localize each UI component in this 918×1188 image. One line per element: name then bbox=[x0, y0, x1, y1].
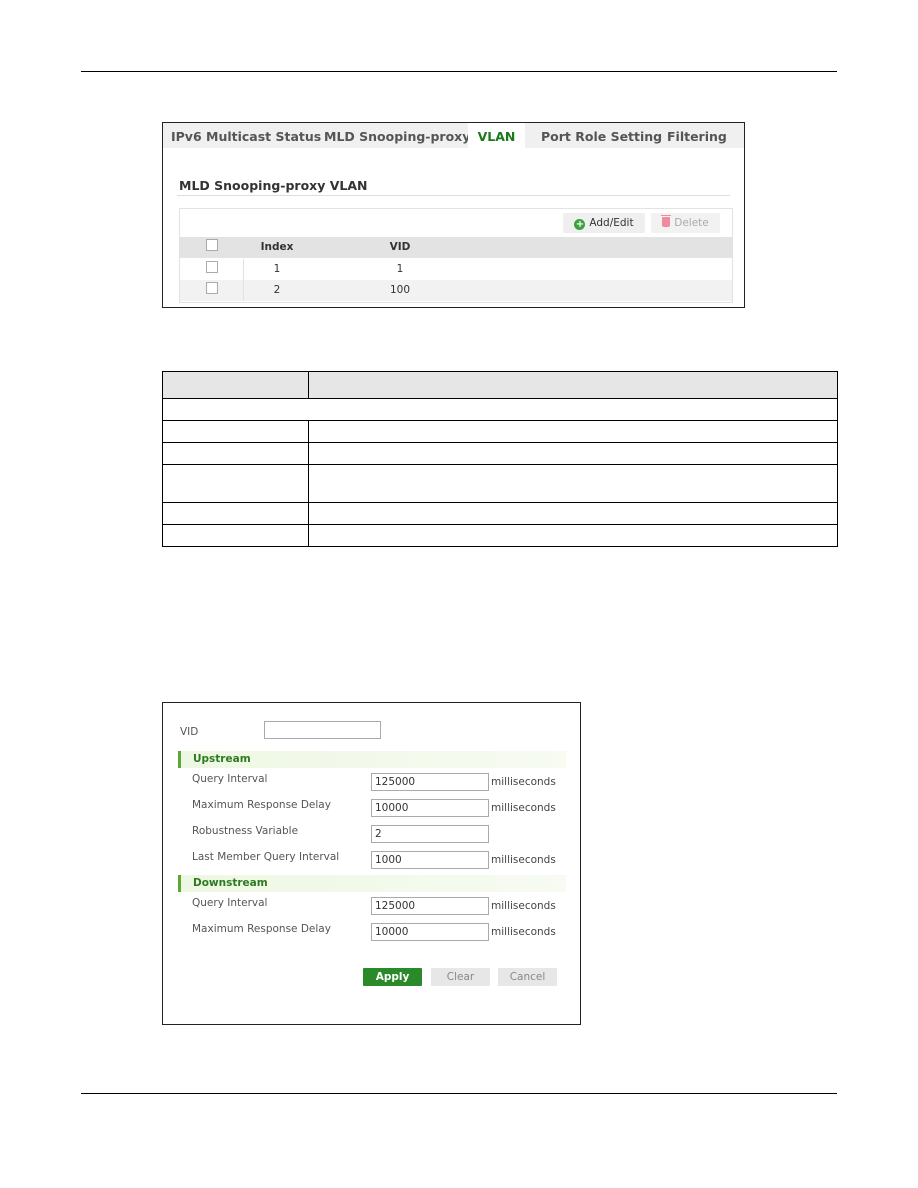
row-index: 2 bbox=[273, 284, 281, 296]
section-divider bbox=[177, 195, 730, 196]
label-cell bbox=[162, 442, 309, 465]
upstream-query-interval-label: Query Interval bbox=[192, 773, 268, 785]
upstream-max-response-delay-label: Maximum Response Delay bbox=[192, 799, 331, 811]
reference-table-header bbox=[162, 371, 838, 399]
apply-button[interactable]: Apply bbox=[363, 968, 422, 986]
trash-icon bbox=[661, 215, 672, 227]
footer-rule bbox=[81, 1093, 837, 1094]
upstream-query-interval-input[interactable] bbox=[371, 773, 489, 791]
upstream-query-interval-unit: milliseconds bbox=[491, 776, 556, 788]
description-cell bbox=[308, 464, 838, 503]
column-header-vid[interactable]: VID bbox=[370, 237, 430, 258]
upstream-max-response-delay-unit: milliseconds bbox=[491, 802, 556, 814]
tab-filtering[interactable]: Filtering bbox=[667, 123, 727, 148]
description-cell bbox=[308, 442, 838, 465]
tab-vlan[interactable]: VLAN bbox=[468, 123, 525, 148]
downstream-query-interval-label: Query Interval bbox=[192, 897, 268, 909]
downstream-title: Downstream bbox=[193, 877, 268, 889]
add-edit-label: Add/Edit bbox=[589, 217, 634, 229]
tab-port-role-setting[interactable]: Port Role Setting bbox=[541, 123, 662, 148]
column-header-index[interactable]: Index bbox=[244, 237, 310, 258]
reference-table-section-row bbox=[162, 398, 838, 421]
add-edit-button[interactable]: + Add/Edit bbox=[563, 213, 645, 233]
robustness-variable-label: Robustness Variable bbox=[192, 825, 299, 837]
row-vid: 1 bbox=[396, 263, 404, 275]
cancel-button[interactable]: Cancel bbox=[498, 968, 557, 986]
vlan-edit-form: VID Upstream Query Interval milliseconds… bbox=[162, 702, 581, 1025]
table-header: Index VID bbox=[180, 237, 732, 258]
table-row[interactable]: 2 100 bbox=[180, 280, 732, 301]
upstream-max-response-delay-input[interactable] bbox=[371, 799, 489, 817]
delete-label: Delete bbox=[674, 217, 709, 229]
upstream-title: Upstream bbox=[193, 753, 251, 765]
row-select-cell bbox=[180, 259, 244, 280]
label-cell bbox=[162, 502, 309, 525]
last-member-query-interval-label: Last Member Query Interval bbox=[192, 851, 340, 863]
row-checkbox[interactable] bbox=[205, 261, 218, 273]
reference-table-row bbox=[162, 420, 838, 443]
vid-label: VID bbox=[180, 726, 199, 738]
vlan-screen: IPv6 Multicast Status MLD Snooping-proxy… bbox=[162, 122, 745, 308]
tab-mld-snooping-proxy[interactable]: MLD Snooping-proxy bbox=[324, 123, 470, 148]
downstream-max-response-delay-label: Maximum Response Delay bbox=[192, 923, 331, 935]
description-cell bbox=[308, 420, 838, 443]
select-all-cell bbox=[180, 237, 244, 258]
plus-circle-icon: + bbox=[574, 219, 586, 230]
section-cell bbox=[162, 398, 838, 421]
last-member-query-interval-input[interactable] bbox=[371, 851, 489, 869]
header-rule bbox=[81, 71, 837, 72]
header-cell-label bbox=[162, 371, 309, 399]
downstream-query-interval-unit: milliseconds bbox=[491, 900, 556, 912]
downstream-section-header: Downstream bbox=[178, 875, 566, 892]
select-all-checkbox[interactable] bbox=[206, 239, 218, 251]
row-select-cell bbox=[180, 280, 244, 301]
row-checkbox[interactable] bbox=[205, 282, 218, 294]
tab-bar: IPv6 Multicast Status MLD Snooping-proxy… bbox=[163, 123, 744, 148]
label-cell bbox=[162, 464, 309, 503]
vlan-table: + Add/Edit Delete Index VID 1 1 2 100 bbox=[179, 208, 733, 303]
row-vid: 100 bbox=[389, 284, 411, 296]
label-cell bbox=[162, 524, 309, 547]
last-member-query-interval-unit: milliseconds bbox=[491, 854, 556, 866]
downstream-max-response-delay-unit: milliseconds bbox=[491, 926, 556, 938]
reference-table-row bbox=[162, 464, 838, 503]
vid-input[interactable] bbox=[264, 721, 381, 739]
section-title: MLD Snooping-proxy VLAN bbox=[179, 178, 368, 193]
row-index: 1 bbox=[273, 263, 281, 275]
reference-table-row bbox=[162, 524, 838, 547]
reference-table bbox=[162, 371, 838, 547]
downstream-query-interval-input[interactable] bbox=[371, 897, 489, 915]
delete-button[interactable]: Delete bbox=[651, 213, 720, 233]
reference-table-row bbox=[162, 442, 838, 465]
tab-ipv6-multicast-status[interactable]: IPv6 Multicast Status bbox=[171, 123, 321, 148]
label-cell bbox=[162, 420, 309, 443]
description-cell bbox=[308, 524, 838, 547]
robustness-variable-input[interactable] bbox=[371, 825, 489, 843]
upstream-section-header: Upstream bbox=[178, 751, 566, 768]
header-cell-description bbox=[308, 371, 838, 399]
downstream-max-response-delay-input[interactable] bbox=[371, 923, 489, 941]
description-cell bbox=[308, 502, 838, 525]
table-row[interactable]: 1 1 bbox=[180, 259, 732, 280]
clear-button[interactable]: Clear bbox=[431, 968, 490, 986]
reference-table-row bbox=[162, 502, 838, 525]
